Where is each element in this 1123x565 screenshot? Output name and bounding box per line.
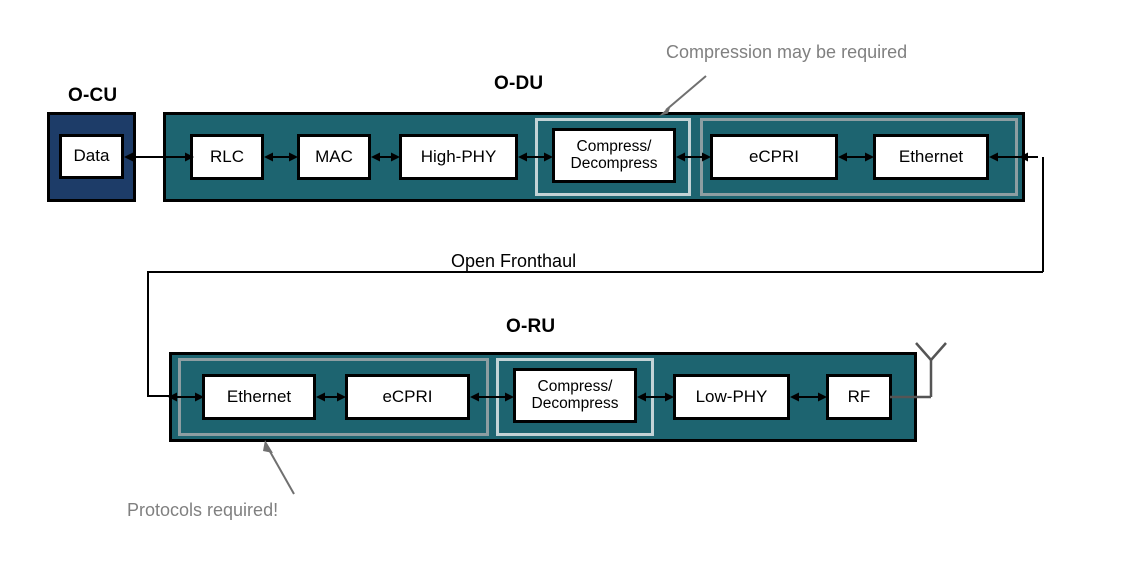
block-ethernet-oru[interactable]: Ethernet xyxy=(202,374,316,420)
arrow-highphy-compress xyxy=(518,152,553,162)
block-ecpri-oru[interactable]: eCPRI xyxy=(345,374,470,420)
block-ecpri-odu[interactable]: eCPRI xyxy=(710,134,838,180)
annotation-compression: Compression may be required xyxy=(666,42,908,62)
fronthaul-label: Open Fronthaul xyxy=(451,251,577,271)
arrow-data-rlc xyxy=(124,152,194,162)
arrow-rlc-mac xyxy=(264,152,298,162)
arrow-ecpri-ethernet-odu xyxy=(838,152,874,162)
fronthaul-line-left xyxy=(147,271,149,396)
arrow-ethernet-fronthaul-odu xyxy=(989,152,1038,162)
arrow-oru-entry xyxy=(168,392,204,402)
odu-title: O-DU xyxy=(494,73,544,94)
fronthaul-line-right xyxy=(1042,157,1044,272)
ocu-title: O-CU xyxy=(68,85,118,106)
block-low-phy[interactable]: Low-PHY xyxy=(673,374,790,420)
annotation-protocols: Protocols required! xyxy=(127,500,279,520)
block-compress-decompress-odu[interactable]: Compress/ Decompress xyxy=(552,128,676,183)
block-rlc[interactable]: RLC xyxy=(190,134,264,180)
fronthaul-line-horizontal xyxy=(147,271,1043,273)
arrow-lowphy-rf xyxy=(790,392,827,402)
arrow-ecpri-compress-oru xyxy=(470,392,514,402)
diagram-canvas: O-CU O-DU O-RU Data RLC MAC High-PHY Com… xyxy=(0,0,1123,565)
block-data[interactable]: Data xyxy=(59,134,124,179)
arrow-compress-lowphy-oru xyxy=(637,392,674,402)
block-rf[interactable]: RF xyxy=(826,374,892,420)
arrow-ethernet-ecpri-oru xyxy=(316,392,346,402)
block-mac[interactable]: MAC xyxy=(297,134,371,180)
antenna-icon xyxy=(890,342,947,399)
oru-title: O-RU xyxy=(506,316,556,337)
block-high-phy[interactable]: High-PHY xyxy=(399,134,518,180)
block-compress-decompress-oru[interactable]: Compress/ Decompress xyxy=(513,368,637,423)
callout-arrow-protocols-icon xyxy=(263,440,295,495)
block-ethernet-odu[interactable]: Ethernet xyxy=(873,134,989,180)
callout-arrow-compression-icon xyxy=(659,75,707,116)
arrow-mac-highphy xyxy=(371,152,400,162)
arrow-compress-ecpri-odu xyxy=(676,152,711,162)
